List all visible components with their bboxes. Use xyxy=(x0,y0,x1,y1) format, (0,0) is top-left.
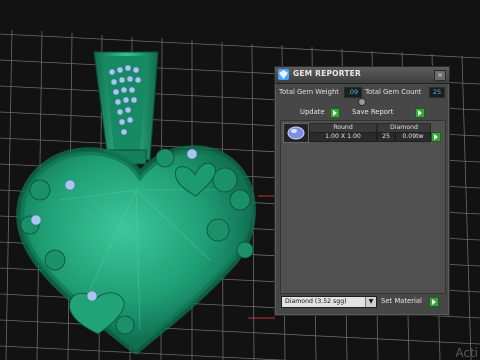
gem-reporter-icon xyxy=(278,69,289,80)
set-material-button[interactable] xyxy=(429,297,439,307)
total-gem-count-value: 25 xyxy=(429,87,445,98)
gem-table: Round Diamond 1.00 X 1.00 25 0.09tw xyxy=(280,120,446,294)
panel-title: GEM REPORTER xyxy=(293,69,361,78)
save-report-button[interactable] xyxy=(415,108,425,118)
cell-count: 25 xyxy=(377,132,395,142)
panel-titlebar[interactable]: GEM REPORTER × xyxy=(275,67,449,84)
save-report-label: Save Report xyxy=(352,108,394,116)
total-gem-weight-label: Total Gem Weight xyxy=(279,88,339,96)
update-button[interactable] xyxy=(330,108,340,118)
update-button-label: Update xyxy=(300,108,325,116)
cell-weight: 0.09tw xyxy=(395,132,431,142)
set-material-label: Set Material xyxy=(381,297,422,305)
material-select-value: Diamond (3.52 sgg) xyxy=(285,298,347,305)
round-diamond-thumbnail[interactable] xyxy=(283,123,309,143)
total-gem-weight-value: .09 xyxy=(344,87,362,98)
close-icon[interactable]: × xyxy=(434,70,446,81)
total-gem-count-label: Total Gem Count xyxy=(365,88,422,96)
row-select-button[interactable] xyxy=(431,132,441,142)
material-select[interactable]: Diamond (3.52 sgg) ▼ xyxy=(281,296,377,308)
panel-divider-handle[interactable] xyxy=(358,98,366,106)
chevron-down-icon: ▼ xyxy=(365,297,376,307)
gem-reporter-panel: GEM REPORTER × Total Gem Weight .09 Tota… xyxy=(274,66,450,316)
activation-watermark: Acti xyxy=(455,346,478,360)
cell-size: 1.00 X 1.00 xyxy=(309,132,377,142)
